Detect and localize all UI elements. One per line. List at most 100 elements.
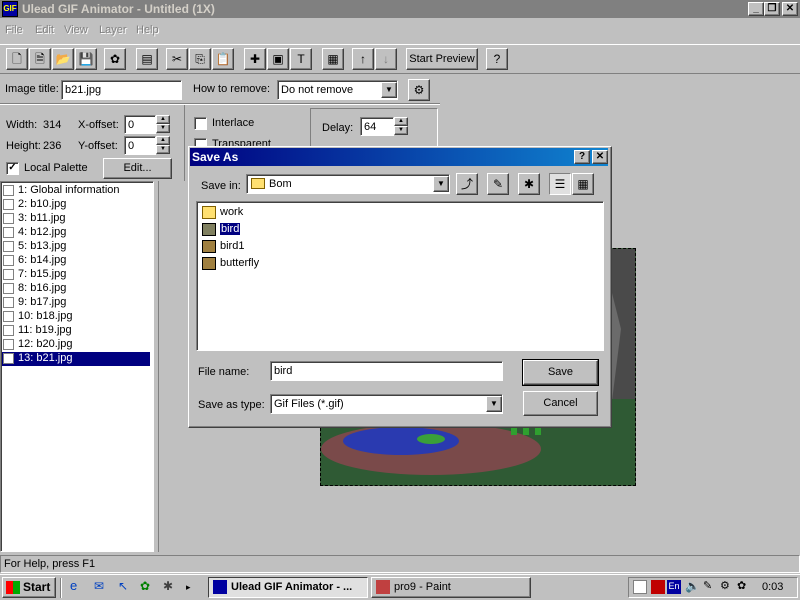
taskbar-item-paint[interactable]: pro9 - Paint bbox=[371, 577, 531, 598]
list-item[interactable]: 4: b12.jpg bbox=[2, 226, 150, 240]
dialog-help-button[interactable]: ? bbox=[574, 150, 590, 164]
open-folder-icon[interactable]: 📂 bbox=[52, 48, 74, 70]
new-wizard-icon[interactable]: 🗎 bbox=[29, 48, 51, 70]
copy-icon[interactable]: ⎘ bbox=[189, 48, 211, 70]
frame-checkbox[interactable] bbox=[3, 325, 14, 336]
frame-checkbox[interactable] bbox=[3, 311, 14, 322]
start-preview-button[interactable]: Start Preview bbox=[406, 48, 478, 70]
list-item[interactable]: 6: b14.jpg bbox=[2, 254, 150, 268]
speaker-volume-icon[interactable]: 🔈 bbox=[685, 580, 700, 594]
edit-palette-button[interactable]: Edit... bbox=[103, 158, 172, 179]
frame-checkbox[interactable] bbox=[3, 339, 14, 350]
details-view-icon[interactable]: ▦ bbox=[572, 173, 594, 195]
dialog-title-bar[interactable] bbox=[190, 148, 608, 166]
help-pointer-icon[interactable]: ? bbox=[486, 48, 508, 70]
save-button[interactable]: Save bbox=[522, 359, 599, 386]
taskbar-item-gif-animator[interactable]: Ulead GIF Animator - ... bbox=[208, 577, 368, 598]
new-file-icon[interactable]: 🗋 bbox=[6, 48, 28, 70]
list-item[interactable]: 9: b17.jpg bbox=[2, 296, 150, 310]
list-item[interactable]: 10: b18.jpg bbox=[2, 310, 150, 324]
email-icon[interactable]: ✉ bbox=[94, 580, 108, 594]
frame-checkbox[interactable] bbox=[3, 353, 14, 364]
dialog-close-button[interactable]: ✕ bbox=[592, 150, 608, 164]
menu-edit[interactable]: Edit bbox=[35, 24, 54, 36]
frame-checkbox[interactable] bbox=[3, 213, 14, 224]
frame-checkbox[interactable] bbox=[3, 269, 14, 280]
y-offset-input[interactable]: 0 bbox=[124, 136, 156, 155]
delay-input[interactable]: 64 bbox=[360, 117, 394, 136]
start-button[interactable]: Start bbox=[2, 577, 56, 598]
gif-animator-app-icon[interactable]: GIF bbox=[2, 1, 18, 17]
image-title-input[interactable]: b21.jpg bbox=[61, 80, 182, 100]
add-image-icon[interactable]: ✚ bbox=[244, 48, 266, 70]
tray-app-icon[interactable]: ✿ bbox=[737, 580, 751, 594]
y-offset-spinner[interactable]: ▲ ▼ bbox=[156, 136, 170, 154]
list-item[interactable]: 8: b16.jpg bbox=[2, 282, 150, 296]
cancel-button[interactable]: Cancel bbox=[523, 391, 598, 416]
clock[interactable]: 0:03 bbox=[762, 581, 783, 593]
language-indicator-icon[interactable]: En bbox=[667, 580, 681, 594]
move-up-arrow-icon[interactable]: ↑ bbox=[352, 48, 374, 70]
new-folder-icon[interactable]: ✱ bbox=[518, 173, 540, 195]
optimize-icon[interactable]: ✿ bbox=[104, 48, 126, 70]
frame-checkbox[interactable] bbox=[3, 185, 14, 196]
list-item[interactable]: 5: b13.jpg bbox=[2, 240, 150, 254]
tray-app-icon[interactable]: ⚙ bbox=[720, 580, 734, 594]
duplicate-frame-icon[interactable]: ▦ bbox=[322, 48, 344, 70]
list-view-icon[interactable]: ☰ bbox=[549, 173, 571, 195]
x-offset-input[interactable]: 0 bbox=[124, 115, 156, 134]
menu-help[interactable]: Help bbox=[136, 24, 159, 36]
list-item[interactable]: 1: Global information bbox=[2, 184, 150, 198]
quick-launch-icon[interactable]: ✱ bbox=[163, 580, 177, 594]
frame-checkbox[interactable] bbox=[3, 283, 14, 294]
close-button[interactable]: ✕ bbox=[782, 2, 798, 16]
quick-launch-icon[interactable]: ✿ bbox=[140, 580, 154, 594]
list-item[interactable]: work bbox=[202, 205, 243, 221]
display-settings-icon[interactable] bbox=[633, 580, 647, 594]
list-item[interactable]: 11: b19.jpg bbox=[2, 324, 150, 338]
minimize-button[interactable]: _ bbox=[748, 2, 764, 16]
list-item[interactable]: butterfly bbox=[202, 256, 259, 272]
list-item-selected[interactable]: 13: b21.jpg bbox=[2, 352, 150, 366]
tray-app-icon[interactable] bbox=[651, 580, 665, 594]
interlace-checkbox[interactable] bbox=[194, 117, 207, 130]
list-item[interactable]: 7: b15.jpg bbox=[2, 268, 150, 282]
tray-app-icon[interactable]: ✎ bbox=[703, 580, 717, 594]
add-text-icon[interactable]: T bbox=[290, 48, 312, 70]
save-in-select[interactable]: Bom bbox=[246, 174, 450, 194]
delay-spinner[interactable]: ▲ ▼ bbox=[394, 117, 408, 135]
file-list[interactable] bbox=[196, 201, 604, 351]
x-offset-spinner[interactable]: ▲ ▼ bbox=[156, 115, 170, 133]
chevron-down-icon[interactable]: ▼ bbox=[486, 396, 502, 412]
restore-button[interactable]: ❐ bbox=[764, 2, 780, 16]
chevron-down-icon[interactable]: ▼ bbox=[381, 82, 397, 98]
list-item[interactable]: 2: b10.jpg bbox=[2, 198, 150, 212]
menu-file[interactable]: File bbox=[5, 24, 23, 36]
properties-icon[interactable]: ▤ bbox=[136, 48, 158, 70]
save-disk-icon[interactable]: 💾 bbox=[75, 48, 97, 70]
how-to-remove-select[interactable]: Do not remove bbox=[277, 80, 398, 100]
menu-layer[interactable]: Layer bbox=[99, 24, 127, 36]
list-item[interactable]: bird1 bbox=[202, 239, 244, 255]
list-item[interactable]: 12: b20.jpg bbox=[2, 338, 150, 352]
frame-checkbox[interactable] bbox=[3, 297, 14, 308]
cut-icon[interactable]: ✂ bbox=[166, 48, 188, 70]
frame-checkbox[interactable] bbox=[3, 199, 14, 210]
color-picker-icon[interactable]: ⚙ bbox=[408, 79, 430, 101]
save-as-type-select[interactable]: Gif Files (*.gif) bbox=[270, 394, 503, 414]
list-item-selected[interactable]: bird bbox=[202, 222, 242, 238]
frame-checkbox[interactable] bbox=[3, 241, 14, 252]
menu-view[interactable]: View bbox=[64, 24, 88, 36]
frame-checkbox[interactable] bbox=[3, 227, 14, 238]
add-video-icon[interactable]: ▣ bbox=[267, 48, 289, 70]
chevron-right-icon[interactable]: ▸ bbox=[186, 582, 191, 593]
desktop-icon[interactable]: ✎ bbox=[487, 173, 509, 195]
file-name-input[interactable]: bird bbox=[270, 361, 503, 381]
cursor-tool-icon[interactable]: ↖ bbox=[118, 580, 132, 594]
up-one-level-icon[interactable]: ⤴ bbox=[456, 173, 478, 195]
frame-checkbox[interactable] bbox=[3, 255, 14, 266]
local-palette-checkbox[interactable]: ✓ bbox=[6, 162, 19, 175]
internet-explorer-icon[interactable]: e bbox=[70, 579, 84, 594]
paste-icon[interactable]: 📋 bbox=[212, 48, 234, 70]
list-item[interactable]: 3: b11.jpg bbox=[2, 212, 150, 226]
